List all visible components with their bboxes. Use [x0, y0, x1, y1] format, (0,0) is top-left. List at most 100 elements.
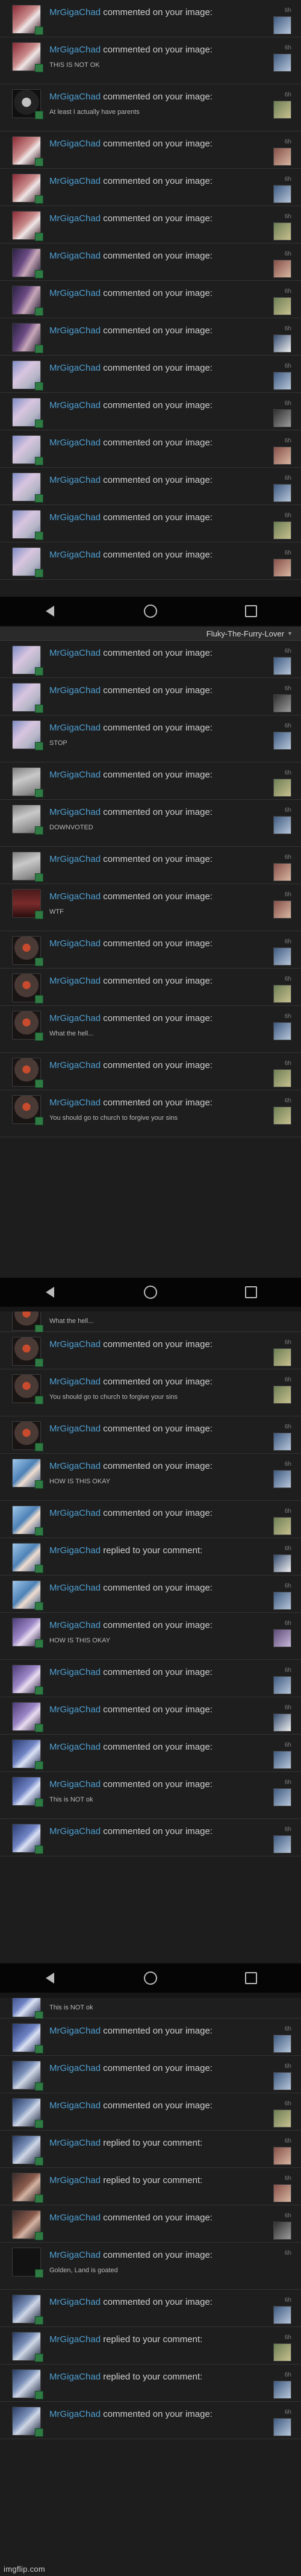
username-link[interactable]: MrGigaChad	[49, 2175, 101, 2185]
username-link[interactable]: MrGigaChad	[49, 938, 101, 949]
recents-button[interactable]	[233, 599, 269, 623]
image-thumbnail[interactable]	[273, 1714, 291, 1732]
image-thumbnail[interactable]	[273, 559, 291, 577]
username-link[interactable]: MrGigaChad	[49, 325, 101, 336]
username-link[interactable]: MrGigaChad	[49, 2334, 101, 2345]
image-thumbnail[interactable]	[273, 1517, 291, 1535]
username-link[interactable]: MrGigaChad	[49, 1545, 101, 1556]
image-thumbnail[interactable]	[273, 657, 291, 675]
image-thumbnail[interactable]	[273, 1433, 291, 1451]
username-link[interactable]: MrGigaChad	[49, 854, 101, 864]
notification-item[interactable]: MrGigaChad commented on your image: 6h	[0, 356, 301, 393]
image-thumbnail[interactable]	[273, 1788, 291, 1806]
notification-item[interactable]: MrGigaChad commented on your image: 6h You…	[0, 1369, 301, 1416]
username-link[interactable]: MrGigaChad	[49, 685, 101, 696]
username-link[interactable]: MrGigaChad	[49, 2250, 101, 2260]
image-thumbnail[interactable]	[273, 1676, 291, 1694]
notification-item[interactable]: MrGigaChad commented on your image: 6h	[0, 2402, 301, 2439]
dropdown-caret-icon[interactable]: ▼	[287, 630, 293, 636]
username-link[interactable]: MrGigaChad	[49, 1826, 101, 1836]
image-thumbnail[interactable]	[273, 101, 291, 119]
image-thumbnail[interactable]	[273, 694, 291, 712]
notification-item[interactable]: MrGigaChad commented on your image: 6h	[0, 281, 301, 318]
username-link[interactable]: MrGigaChad	[49, 400, 101, 410]
username-link[interactable]: MrGigaChad	[49, 723, 101, 733]
notification-item[interactable]: MrGigaChad commented on your image: 6h	[0, 847, 301, 884]
username-link[interactable]: MrGigaChad	[49, 891, 101, 902]
username-link[interactable]: MrGigaChad	[49, 1779, 101, 1789]
notification-item[interactable]: MrGigaChad commented on your image: 6h	[0, 1416, 301, 1454]
home-button[interactable]	[132, 599, 169, 623]
image-thumbnail[interactable]	[273, 54, 291, 72]
notification-item[interactable]: MrGigaChad commented on your image: 6h	[0, 1735, 301, 1772]
notification-item[interactable]: MrGigaChad commented on your image: 6h THI…	[0, 37, 301, 84]
notification-item[interactable]: MrGigaChad commented on your image: 6h	[0, 468, 301, 505]
username-link[interactable]: MrGigaChad	[49, 139, 101, 149]
image-thumbnail[interactable]	[273, 1835, 291, 1853]
username-link[interactable]: MrGigaChad	[49, 770, 101, 780]
back-button[interactable]	[32, 1280, 68, 1304]
username-link[interactable]: MrGigaChad	[49, 1060, 101, 1070]
notification-item[interactable]: MrGigaChad commented on your image: 6h Wha…	[0, 1006, 301, 1053]
image-thumbnail[interactable]	[273, 447, 291, 465]
notification-item[interactable]: MrGigaChad commented on your image: 6h	[0, 1575, 301, 1613]
notification-item[interactable]: MrGigaChad commented on your image: 6h	[0, 318, 301, 356]
image-thumbnail[interactable]	[273, 816, 291, 834]
username-link[interactable]: MrGigaChad	[49, 438, 101, 448]
username-link[interactable]: MrGigaChad	[49, 1742, 101, 1752]
image-thumbnail[interactable]	[273, 1470, 291, 1488]
username-link[interactable]: MrGigaChad	[49, 213, 101, 224]
notification-item[interactable]: MrGigaChad replied to your comment: 6h	[0, 2131, 301, 2168]
image-thumbnail[interactable]	[273, 1348, 291, 1366]
image-thumbnail[interactable]	[273, 484, 291, 502]
username-link[interactable]: MrGigaChad	[49, 1013, 101, 1023]
username-link[interactable]: MrGigaChad	[49, 1508, 101, 1518]
image-thumbnail[interactable]	[273, 335, 291, 353]
back-button[interactable]	[32, 599, 68, 623]
notification-item[interactable]: MrGigaChad commented on your image: 6h	[0, 2290, 301, 2327]
notification-item[interactable]: MrGigaChad replied to your comment: 6h	[0, 2364, 301, 2402]
notification-item[interactable]: MrGigaChad commented on your image: 6h	[0, 0, 301, 37]
image-thumbnail[interactable]	[273, 222, 291, 240]
notification-item[interactable]: MrGigaChad commented on your image: 6h	[0, 2056, 301, 2093]
username-link[interactable]: MrGigaChad	[49, 2297, 101, 2307]
notification-item[interactable]: MrGigaChad commented on your image: 6h	[0, 969, 301, 1006]
notification-item[interactable]: MrGigaChad commented on your image: 6h	[0, 641, 301, 678]
image-thumbnail[interactable]	[273, 2381, 291, 2399]
image-thumbnail[interactable]	[273, 1751, 291, 1769]
notification-item[interactable]: MrGigaChad commented on your image: 6h	[0, 505, 301, 542]
username-link[interactable]: MrGigaChad	[49, 251, 101, 261]
image-thumbnail[interactable]	[273, 2343, 291, 2361]
notification-item[interactable]: MrGigaChad replied to your comment: 6h	[0, 2327, 301, 2364]
username-link[interactable]: MrGigaChad	[49, 45, 101, 55]
username-link[interactable]: MrGigaChad	[49, 2063, 101, 2073]
username-link[interactable]: MrGigaChad	[49, 1377, 101, 1387]
image-thumbnail[interactable]	[273, 1554, 291, 1572]
username-link[interactable]: MrGigaChad	[49, 2026, 101, 2036]
image-thumbnail[interactable]	[273, 16, 291, 34]
notification-item[interactable]: MrGigaChad commented on your image: 6h	[0, 1697, 301, 1735]
username-link[interactable]: MrGigaChad	[49, 1339, 101, 1349]
notification-item[interactable]: MrGigaChad commented on your image: 6h	[0, 393, 301, 430]
notification-item[interactable]: MrGigaChad commented on your image: 6h	[0, 2205, 301, 2243]
notification-item[interactable]: MrGigaChad commented on your image: 6h DOW…	[0, 800, 301, 847]
username-link[interactable]: MrGigaChad	[49, 2372, 101, 2382]
username-link[interactable]: MrGigaChad	[49, 1704, 101, 1715]
username-link[interactable]: MrGigaChad	[49, 475, 101, 485]
username-link[interactable]: MrGigaChad	[49, 2213, 101, 2223]
notification-item[interactable]: This is NOT ok	[0, 1998, 301, 2020]
username-link[interactable]: MrGigaChad	[49, 976, 101, 986]
image-thumbnail[interactable]	[273, 2109, 291, 2128]
image-thumbnail[interactable]	[273, 521, 291, 539]
image-thumbnail[interactable]	[273, 2306, 291, 2324]
image-thumbnail[interactable]	[273, 2147, 291, 2165]
image-thumbnail[interactable]	[273, 1022, 291, 1040]
username-link[interactable]: MrGigaChad	[49, 2138, 101, 2148]
image-thumbnail[interactable]	[273, 2222, 291, 2240]
notification-item[interactable]: MrGigaChad commented on your image: 6h	[0, 169, 301, 206]
image-thumbnail[interactable]	[273, 1629, 291, 1647]
image-thumbnail[interactable]	[273, 409, 291, 427]
username-link[interactable]: MrGigaChad	[49, 7, 101, 17]
notification-item[interactable]: MrGigaChad commented on your image: 6h You…	[0, 1090, 301, 1137]
username-link[interactable]: MrGigaChad	[49, 2409, 101, 2419]
